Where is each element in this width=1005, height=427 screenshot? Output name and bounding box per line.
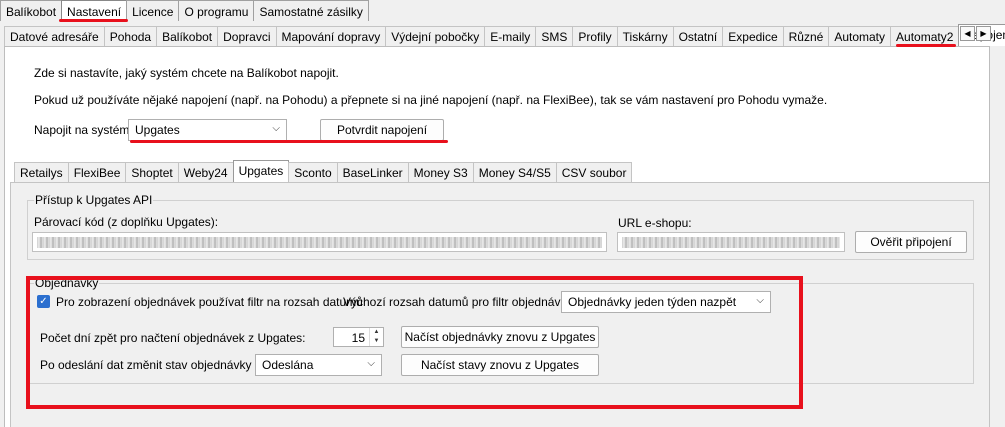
tab-emaily[interactable]: E-maily (484, 26, 537, 46)
verify-connection-button[interactable]: Ověřit připojení (855, 231, 967, 253)
tab-profily[interactable]: Profily (572, 26, 618, 46)
tab-o-programu[interactable]: O programu (178, 0, 255, 21)
system-select[interactable]: Upgates ⌵ (128, 119, 287, 141)
tab-upgates[interactable]: Upgates (232, 160, 290, 182)
tab-tiskarny[interactable]: Tiskárny (616, 26, 674, 46)
scroll-left-icon[interactable]: ◀ (960, 26, 975, 41)
intro-text-1: Zde si nastavíte, jaký systém chcete na … (34, 66, 339, 80)
pair-code-label: Párovací kód (z doplňku Upgates): (34, 215, 219, 229)
tab-sconto[interactable]: Sconto (288, 162, 338, 182)
system-label: Napojit na systém: (34, 123, 133, 137)
pair-code-redacted (37, 237, 602, 248)
system-tabs: Retailys FlexiBee Shoptet Weby24 Upgates… (14, 160, 633, 182)
tab-scroll-buttons: ◀ ▶ (960, 26, 991, 41)
settings-tabs: Datové adresáře Pohoda Balíkobot Dopravc… (4, 24, 1005, 46)
tab-dopravci[interactable]: Dopravci (217, 26, 277, 46)
tab-ostatni[interactable]: Ostatní (672, 26, 724, 46)
tab-samostatne-zasilky[interactable]: Samostatné zásilky (253, 0, 369, 21)
tab-flexibee[interactable]: FlexiBee (67, 162, 127, 182)
tab-shoptet[interactable]: Shoptet (125, 162, 179, 182)
highlight-napojeni (896, 44, 956, 47)
confirm-connection-button[interactable]: Potvrdit napojení (320, 119, 444, 141)
system-select-value: Upgates (135, 123, 180, 137)
url-label: URL e-shopu: (618, 216, 692, 230)
tab-datove-adresare[interactable]: Datové adresáře (4, 26, 105, 46)
tab-pohoda[interactable]: Pohoda (103, 26, 158, 46)
url-redacted (622, 237, 840, 248)
intro-text-2: Pokud už používáte nějaké napojení (např… (34, 93, 828, 107)
tab-balikobot[interactable]: Balíkobot (0, 0, 63, 21)
scroll-right-icon[interactable]: ▶ (976, 26, 991, 41)
tab-money-s4-s5[interactable]: Money S4/S5 (472, 162, 557, 182)
tab-baselinker[interactable]: BaseLinker (336, 162, 409, 182)
tab-sms[interactable]: SMS (535, 26, 574, 46)
tab-mapovani-dopravy[interactable]: Mapování dopravy (275, 26, 387, 46)
tab-automaty[interactable]: Automaty (828, 26, 892, 46)
chevron-down-icon: ⌵ (272, 123, 280, 134)
highlight-nastaveni (59, 19, 128, 22)
api-group-legend: Přístup k Upgates API (34, 193, 154, 207)
highlight-system (130, 140, 448, 143)
tab-money-s3[interactable]: Money S3 (407, 162, 474, 182)
tab-weby24[interactable]: Weby24 (177, 162, 234, 182)
tab-licence[interactable]: Licence (126, 0, 180, 21)
tab-retailys[interactable]: Retailys (14, 162, 69, 182)
main-tabs: Balíkobot Nastavení Licence O programu S… (0, 0, 369, 21)
tab-automaty2[interactable]: Automaty2 (890, 26, 960, 46)
highlight-orders-box (26, 276, 803, 409)
tab-expedice[interactable]: Expedice (722, 26, 784, 46)
tab-balikobot-settings[interactable]: Balíkobot (156, 26, 219, 46)
tab-nastaveni[interactable]: Nastavení (61, 0, 128, 21)
tab-csv-soubor[interactable]: CSV soubor (555, 162, 633, 182)
url-input[interactable] (617, 232, 845, 252)
pair-code-input[interactable] (32, 232, 607, 252)
tab-vydejni-pobocky[interactable]: Výdejní pobočky (385, 26, 486, 46)
tab-ruzne[interactable]: Různé (782, 26, 830, 46)
